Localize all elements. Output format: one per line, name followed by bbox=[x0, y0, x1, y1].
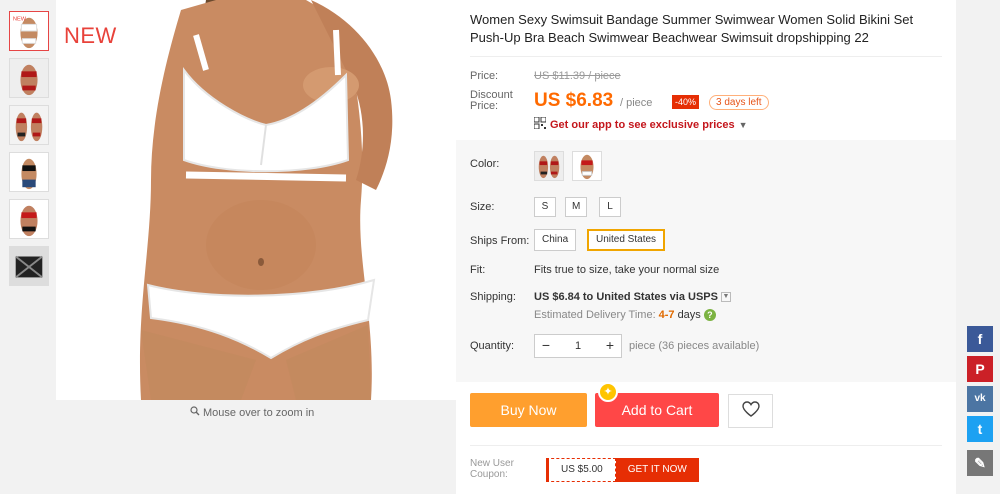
buy-now-button[interactable]: Buy Now bbox=[470, 393, 587, 427]
price-unit: / piece bbox=[620, 97, 653, 109]
facebook-icon[interactable]: f bbox=[967, 326, 993, 352]
price-section: Price: US $11.39 / piece Discount Price:… bbox=[470, 56, 942, 136]
star-icon: ✦ bbox=[598, 382, 618, 402]
thumbnail-red-bikini[interactable] bbox=[9, 58, 49, 98]
quantity-stepper: − 1 + bbox=[534, 334, 622, 358]
options-section: Color: Size: S M L Ships From: China Uni… bbox=[456, 140, 956, 382]
quantity-availability: piece (36 pieces available) bbox=[629, 340, 760, 352]
delivery-label: Estimated Delivery Time: bbox=[534, 309, 656, 321]
delivery-days: 4-7 bbox=[658, 309, 675, 321]
coupon-amount: US $5.00 bbox=[546, 458, 616, 482]
thumbnail-red-bikini-pair[interactable] bbox=[9, 105, 49, 145]
divider bbox=[470, 445, 942, 446]
quantity-input[interactable]: 1 bbox=[557, 335, 599, 357]
size-option-l[interactable]: L bbox=[599, 197, 621, 217]
size-label: Size: bbox=[470, 201, 495, 213]
caret-down-icon: ▼ bbox=[738, 119, 748, 130]
wishlist-button[interactable] bbox=[728, 394, 773, 428]
fit-value: Fits true to size, take your normal size bbox=[534, 264, 720, 276]
days-left-badge: 3 days left bbox=[709, 95, 769, 110]
shipping-destination: to United States via USPS bbox=[582, 291, 718, 303]
main-product-image[interactable]: NEW bbox=[56, 0, 456, 400]
quantity-label: Quantity: bbox=[470, 340, 515, 352]
thumbnail-list: NEW bbox=[9, 11, 49, 293]
shipping-label: Shipping: bbox=[470, 291, 516, 303]
coupon-label: New User Coupon: bbox=[470, 458, 514, 480]
thumbnail-white-bikini[interactable]: NEW bbox=[9, 11, 49, 51]
social-share-bar: f P vk t ✎ bbox=[967, 326, 993, 480]
fit-label: Fit: bbox=[470, 264, 486, 276]
svg-text:NEW: NEW bbox=[13, 17, 27, 23]
ships-from-label: Ships From: bbox=[470, 235, 530, 247]
vk-icon[interactable]: vk bbox=[967, 386, 993, 412]
color-swatch-red-black[interactable] bbox=[534, 151, 564, 181]
color-swatch-red-white[interactable] bbox=[572, 151, 602, 181]
app-promo-text: Get our app to see exclusive prices bbox=[550, 118, 735, 131]
product-page: NEW NEW Mouse over to zoom in Women Sexy… bbox=[0, 0, 1000, 494]
price-label: Price: bbox=[470, 70, 499, 82]
size-option-m[interactable]: M bbox=[565, 197, 588, 217]
original-price: US $11.39 / piece bbox=[534, 70, 621, 82]
app-promo-link[interactable]: Get our app to see exclusive prices ▼ bbox=[533, 116, 748, 132]
thumbnail-black-pattern-bikini[interactable] bbox=[9, 246, 49, 286]
current-price: US $6.83 bbox=[534, 90, 614, 111]
ships-from-united-states[interactable]: United States bbox=[587, 229, 666, 251]
zoom-hint-text: Mouse over to zoom in bbox=[203, 406, 315, 419]
get-coupon-button[interactable]: GET IT NOW bbox=[615, 458, 699, 482]
ships-from-china[interactable]: China bbox=[534, 229, 577, 251]
product-title: Women Sexy Swimsuit Bandage Summer Swimw… bbox=[470, 12, 914, 45]
discount-price-label: Discount Price: bbox=[470, 89, 513, 112]
new-badge: NEW bbox=[64, 23, 117, 48]
pinterest-icon[interactable]: P bbox=[967, 356, 993, 382]
plus-icon[interactable]: + bbox=[599, 335, 621, 357]
delivery-unit: days bbox=[677, 309, 701, 321]
magnifier-icon bbox=[190, 406, 200, 419]
chevron-down-icon[interactable]: ▼ bbox=[720, 292, 731, 302]
discount-badge: -40% bbox=[672, 95, 700, 109]
help-icon[interactable]: ? bbox=[703, 309, 716, 321]
zoom-hint: Mouse over to zoom in bbox=[190, 406, 314, 419]
edit-icon[interactable]: ✎ bbox=[967, 450, 993, 476]
shipping-price: US $6.84 bbox=[534, 291, 580, 303]
heart-icon bbox=[741, 400, 760, 422]
color-label: Color: bbox=[470, 158, 500, 170]
thumbnail-red-black-bikini[interactable] bbox=[9, 199, 49, 239]
size-option-s[interactable]: S bbox=[534, 197, 556, 217]
minus-icon[interactable]: − bbox=[535, 335, 557, 357]
delivery-estimate: Estimated Delivery Time: 4-7 days ? bbox=[534, 309, 716, 321]
new-user-coupon: US $5.00 GET IT NOW bbox=[546, 458, 699, 482]
product-info-panel: Women Sexy Swimsuit Bandage Summer Swimw… bbox=[456, 0, 956, 494]
qr-code-icon bbox=[533, 116, 547, 132]
twitter-icon[interactable]: t bbox=[967, 416, 993, 442]
shipping-info[interactable]: US $6.84 to United States via USPS ▼ bbox=[534, 291, 731, 303]
thumbnail-black-bikini[interactable] bbox=[9, 152, 49, 192]
